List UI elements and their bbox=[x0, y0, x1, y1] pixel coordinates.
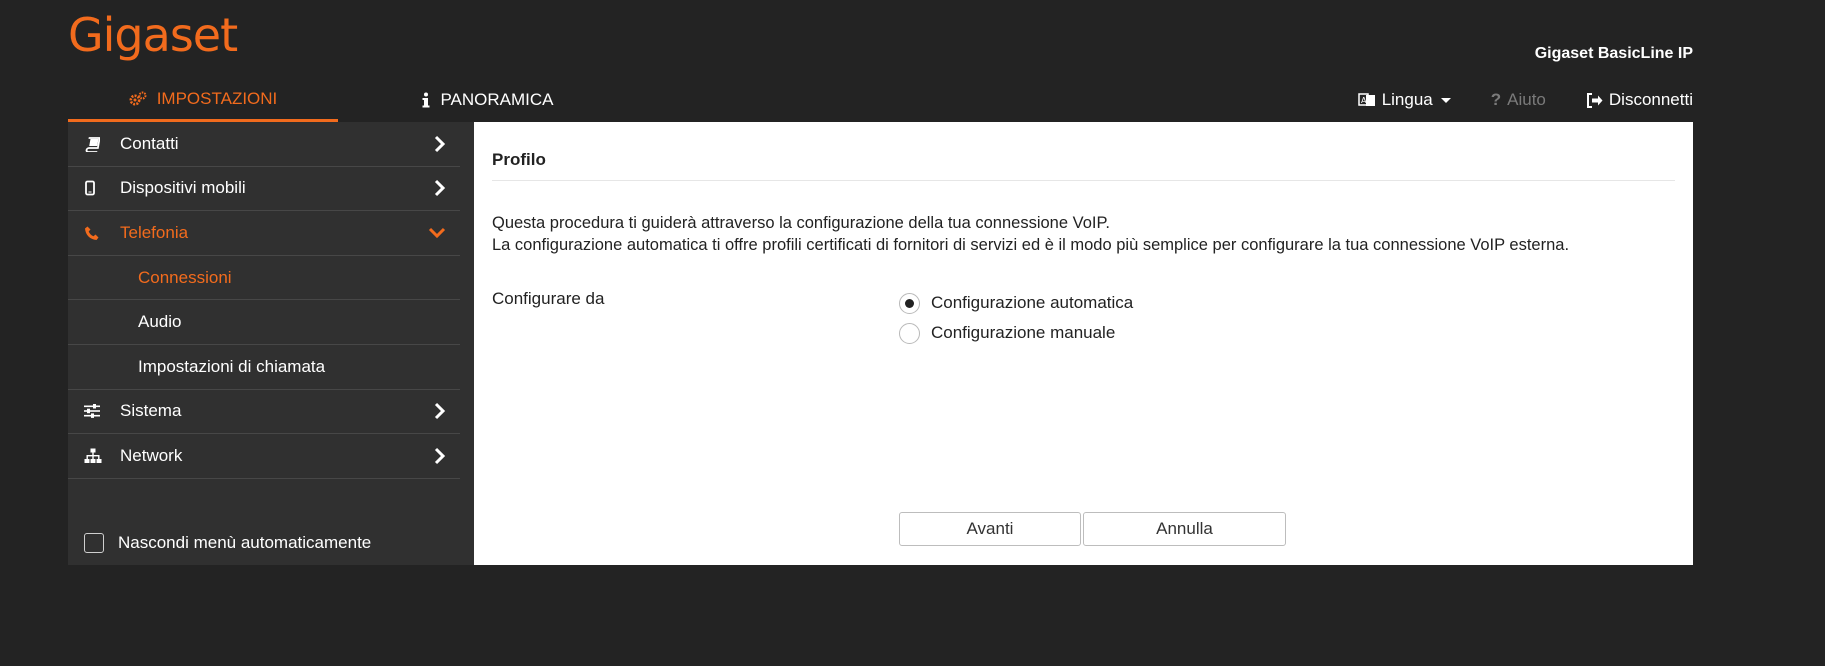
chevron-right-icon bbox=[434, 179, 446, 197]
sidebar-item-network[interactable]: Network bbox=[68, 434, 460, 479]
description: Questa procedura ti guiderà attraverso l… bbox=[492, 212, 1569, 256]
sliders-icon bbox=[68, 404, 120, 419]
tab-settings-label: IMPOSTAZIONI bbox=[156, 88, 278, 108]
logout-link[interactable]: Disconnetti bbox=[1586, 90, 1693, 110]
chevron-right-icon bbox=[434, 135, 446, 153]
radio-option-automatic[interactable]: Configurazione automatica bbox=[899, 288, 1133, 318]
tab-settings[interactable]: IMPOSTAZIONI bbox=[68, 78, 338, 122]
help-label: Aiuto bbox=[1507, 90, 1546, 109]
language-icon: A bbox=[1357, 92, 1376, 108]
autohide-menu-toggle[interactable]: Nascondi menù automaticamente bbox=[84, 533, 371, 553]
book-icon bbox=[68, 136, 120, 152]
svg-text:A: A bbox=[1361, 96, 1367, 105]
sign-out-icon bbox=[1586, 92, 1603, 108]
next-button[interactable]: Avanti bbox=[899, 512, 1081, 546]
phone-icon bbox=[68, 225, 120, 241]
logout-label: Disconnetti bbox=[1608, 90, 1693, 109]
sidebar-subitem-impostazioni-di-chiamata[interactable]: Impostazioni di chiamata bbox=[68, 345, 460, 390]
config-label: Configurare da bbox=[492, 289, 605, 308]
sidebar-item-label: Sistema bbox=[120, 401, 182, 421]
sidebar-menu: Contatti Dispositivi mobili Telefonia Co… bbox=[68, 122, 474, 479]
product-name: Gigaset BasicLine IP bbox=[1534, 45, 1693, 62]
sidebar-item-label: Contatti bbox=[120, 133, 179, 153]
handset-icon bbox=[68, 180, 120, 196]
chevron-right-icon bbox=[434, 447, 446, 465]
description-line-2: La configurazione automatica ti offre pr… bbox=[492, 236, 1570, 254]
gigaset-logo: Gigaset bbox=[68, 8, 238, 62]
section-title: Profilo bbox=[492, 150, 1675, 181]
chevron-down-icon bbox=[428, 227, 446, 239]
sidebar-subitem-label: Connessioni bbox=[138, 267, 232, 287]
main-content: Profilo Questa procedura ti guiderà attr… bbox=[474, 122, 1693, 565]
sidebar-item-dispositivi-mobili[interactable]: Dispositivi mobili bbox=[68, 167, 460, 212]
sidebar-item-label: Network bbox=[120, 445, 183, 465]
autohide-checkbox[interactable] bbox=[84, 533, 104, 553]
caret-down-icon bbox=[1440, 97, 1451, 103]
description-line-1: Questa procedura ti guiderà attraverso l… bbox=[492, 214, 1110, 232]
radio-manual[interactable] bbox=[899, 322, 920, 344]
sidebar: Contatti Dispositivi mobili Telefonia Co… bbox=[68, 122, 474, 565]
gears-icon bbox=[129, 91, 147, 107]
info-icon bbox=[422, 92, 430, 108]
sitemap-icon bbox=[68, 448, 120, 464]
sidebar-subitem-label: Audio bbox=[138, 312, 182, 332]
sidebar-item-label: Telefonia bbox=[120, 222, 189, 242]
radio-option-manual[interactable]: Configurazione manuale bbox=[899, 318, 1133, 348]
question-icon: ? bbox=[1490, 90, 1502, 109]
autohide-label: Nascondi menù automaticamente bbox=[118, 533, 372, 552]
account-nav: A Lingua ? Aiuto Disconnetti bbox=[1318, 78, 1693, 122]
cancel-button[interactable]: Annulla bbox=[1083, 512, 1286, 546]
tab-overview[interactable]: PANORAMICA bbox=[388, 78, 588, 122]
sidebar-item-sistema[interactable]: Sistema bbox=[68, 390, 460, 435]
radio-manual-label: Configurazione manuale bbox=[931, 323, 1116, 342]
sidebar-subitem-connessioni[interactable]: Connessioni bbox=[68, 256, 460, 301]
tab-overview-label: PANORAMICA bbox=[440, 90, 554, 109]
radio-automatic-label: Configurazione automatica bbox=[931, 293, 1134, 312]
config-radio-group: Configurazione automatica Configurazione… bbox=[899, 288, 1133, 348]
chevron-right-icon bbox=[434, 402, 446, 420]
sidebar-item-contatti[interactable]: Contatti bbox=[68, 122, 460, 167]
radio-automatic[interactable] bbox=[899, 292, 920, 314]
top-navigation: IMPOSTAZIONI PANORAMICA A Lingua ? Aiuto… bbox=[68, 78, 1693, 122]
sidebar-item-label: Dispositivi mobili bbox=[120, 178, 246, 198]
sidebar-subitem-audio[interactable]: Audio bbox=[68, 300, 460, 345]
help-link[interactable]: ? Aiuto bbox=[1491, 90, 1546, 110]
sidebar-item-telefonia[interactable]: Telefonia bbox=[68, 211, 460, 256]
language-label: Lingua bbox=[1381, 90, 1433, 109]
language-dropdown[interactable]: A Lingua bbox=[1357, 90, 1451, 110]
sidebar-subitem-label: Impostazioni di chiamata bbox=[138, 356, 326, 376]
